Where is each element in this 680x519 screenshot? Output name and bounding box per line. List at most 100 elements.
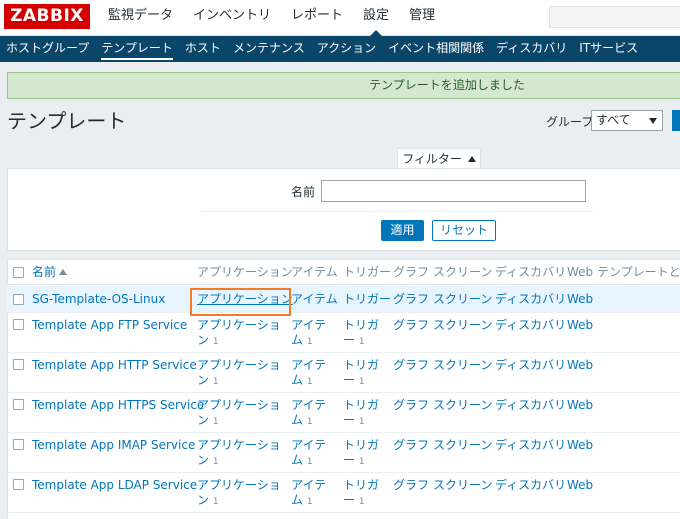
row-checkbox[interactable] [13, 439, 24, 450]
triggers-link-tail[interactable]: ー 1 [343, 494, 365, 509]
template-name-link[interactable]: Template App IMAP Service [32, 439, 195, 452]
graphs-link[interactable]: グラフ [393, 479, 429, 492]
items-link[interactable]: アイテム [291, 293, 338, 306]
web-link[interactable]: Web [567, 479, 593, 492]
graphs-link[interactable]: グラフ [393, 399, 429, 412]
applications-link[interactable]: アプリケーショ [197, 479, 281, 492]
screens-link[interactable]: スクリーン [433, 399, 492, 412]
discovery-link[interactable]: ディスカバリ [495, 319, 566, 332]
menu-reports[interactable]: レポート [291, 0, 343, 36]
web-link[interactable]: Web [567, 439, 593, 452]
applications-link-tail[interactable]: ン 1 [197, 374, 219, 389]
items-link-tail[interactable]: ム 1 [291, 334, 313, 349]
reset-button[interactable]: リセット [432, 220, 496, 241]
zabbix-logo[interactable]: ZABBIX [4, 4, 90, 29]
submenu-it-services[interactable]: ITサービス [573, 36, 644, 62]
triggers-link-tail[interactable]: ー 1 [343, 374, 365, 389]
triggers-link-tail[interactable]: ー 1 [343, 454, 365, 469]
col-name-header[interactable]: 名前 [32, 266, 68, 279]
triggers-link[interactable]: トリガ [343, 439, 379, 452]
items-link[interactable]: アイテ [291, 319, 326, 332]
submenu-maintenance[interactable]: メンテナンス [227, 36, 311, 62]
submenu-templates[interactable]: テンプレート [95, 36, 179, 62]
triggers-link-tail[interactable]: ー 1 [343, 414, 365, 429]
items-count: 1 [306, 337, 313, 347]
web-link[interactable]: Web [567, 359, 593, 372]
menu-monitoring[interactable]: 監視データ [108, 0, 173, 36]
triggers-link[interactable]: トリガ [343, 399, 379, 412]
row-checkbox[interactable] [13, 399, 24, 410]
graphs-link[interactable]: グラフ [393, 359, 429, 372]
table-row[interactable]: SG-Template-OS-Linux アプリケーション アイテム トリガー … [7, 286, 680, 313]
submenu-actions[interactable]: アクション [311, 36, 382, 62]
menu-inventory[interactable]: インベントリ [193, 0, 271, 36]
submenu-hosts[interactable]: ホスト [179, 36, 227, 62]
global-search-input[interactable] [549, 6, 680, 28]
template-name-link[interactable]: Template App LDAP Service [32, 479, 197, 492]
items-link[interactable]: アイテ [291, 479, 326, 492]
items-link-tail[interactable]: ム 1 [291, 494, 313, 509]
group-select[interactable]: すべて [591, 110, 663, 131]
chevron-down-icon [649, 118, 657, 124]
filter-tab[interactable]: フィルター [397, 148, 481, 169]
applications-link-tail[interactable]: ン 1 [197, 454, 219, 469]
submenu-host-groups[interactable]: ホストグループ [0, 36, 95, 62]
filter-name-input[interactable] [321, 180, 586, 202]
applications-link-tail[interactable]: ン 1 [197, 494, 219, 509]
row-checkbox[interactable] [13, 479, 24, 490]
template-name-link[interactable]: Template App HTTP Service [32, 359, 197, 372]
applications-link[interactable]: アプリケーション [197, 293, 293, 306]
items-link[interactable]: アイテ [291, 439, 326, 452]
select-all-checkbox[interactable] [13, 267, 24, 278]
applications-link-tail[interactable]: ン 1 [197, 334, 219, 349]
screens-link[interactable]: スクリーン [433, 359, 492, 372]
screens-link[interactable]: スクリーン [433, 439, 492, 452]
web-link[interactable]: Web [567, 293, 593, 306]
items-link-tail[interactable]: ム 1 [291, 374, 313, 389]
discovery-link[interactable]: ディスカバリ [495, 359, 566, 372]
row-checkbox[interactable] [13, 319, 24, 330]
triggers-link[interactable]: トリガ [343, 359, 379, 372]
items-link[interactable]: アイテ [291, 399, 326, 412]
triggers-link-tail[interactable]: ー 1 [343, 334, 365, 349]
menu-configuration[interactable]: 設定 [363, 0, 389, 36]
submenu-discovery[interactable]: ディスカバリ [490, 36, 573, 62]
applications-link[interactable]: アプリケーショ [197, 359, 281, 372]
submenu-event-correlation[interactable]: イベント相関関係 [382, 36, 490, 62]
items-link-tail[interactable]: ム 1 [291, 414, 313, 429]
menu-administration[interactable]: 管理 [409, 0, 435, 36]
row-checkbox[interactable] [13, 359, 24, 370]
screens-link[interactable]: スクリーン [433, 319, 492, 332]
table-row[interactable]: Template App LDAP Service アプリケーショ ン 1 アイ… [7, 473, 680, 513]
create-template-button[interactable] [672, 110, 680, 131]
items-link[interactable]: アイテ [291, 359, 326, 372]
triggers-link[interactable]: トリガー [343, 293, 391, 306]
table-row[interactable]: Template App FTP Service アプリケーショ ン 1 アイテ… [7, 313, 680, 353]
table-row[interactable]: Template App HTTP Service アプリケーショ ン 1 アイ… [7, 353, 680, 393]
applications-link[interactable]: アプリケーショ [197, 319, 281, 332]
triggers-link[interactable]: トリガ [343, 479, 379, 492]
applications-link-tail[interactable]: ン 1 [197, 414, 219, 429]
table-row[interactable]: Template App IMAP Service アプリケーショ ン 1 アイ… [7, 433, 680, 473]
graphs-link[interactable]: グラフ [393, 439, 429, 452]
row-checkbox[interactable] [13, 294, 24, 305]
template-name-link[interactable]: Template App FTP Service [32, 319, 187, 332]
applications-link[interactable]: アプリケーショ [197, 399, 281, 412]
items-link-tail[interactable]: ム 1 [291, 454, 313, 469]
discovery-link[interactable]: ディスカバリ [495, 479, 566, 492]
screens-link[interactable]: スクリーン [433, 293, 492, 306]
template-name-link[interactable]: SG-Template-OS-Linux [32, 293, 165, 306]
graphs-link[interactable]: グラフ [393, 319, 429, 332]
applications-link[interactable]: アプリケーショ [197, 439, 281, 452]
discovery-link[interactable]: ディスカバリ [495, 293, 566, 306]
web-link[interactable]: Web [567, 319, 593, 332]
discovery-link[interactable]: ディスカバリ [495, 439, 566, 452]
triggers-link[interactable]: トリガ [343, 319, 379, 332]
template-name-link[interactable]: Template App HTTPS Service [32, 399, 204, 412]
web-link[interactable]: Web [567, 399, 593, 412]
screens-link[interactable]: スクリーン [433, 479, 492, 492]
discovery-link[interactable]: ディスカバリ [495, 399, 566, 412]
apply-button[interactable]: 適用 [381, 220, 424, 241]
table-row[interactable]: Template App HTTPS Service アプリケーショ ン 1 ア… [7, 393, 680, 433]
graphs-link[interactable]: グラフ [393, 293, 429, 306]
